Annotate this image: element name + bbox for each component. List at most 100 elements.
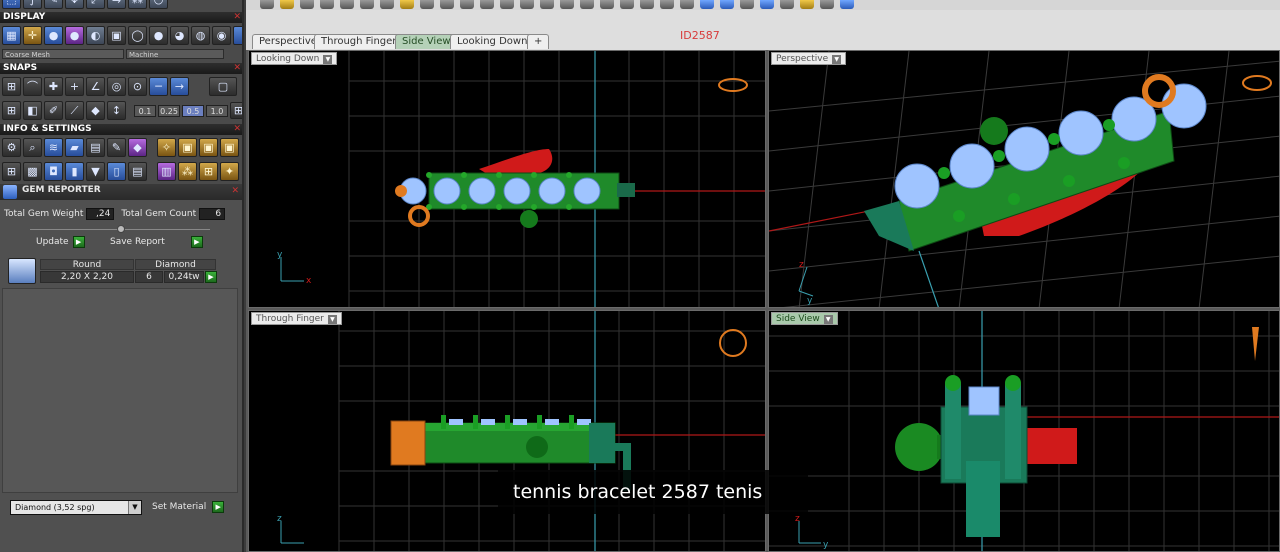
export-icon[interactable] bbox=[820, 0, 834, 9]
circle-icon[interactable] bbox=[620, 0, 634, 9]
edit-tool-icon[interactable]: ✎ bbox=[44, 0, 63, 9]
snap-plus-icon[interactable]: + bbox=[65, 77, 84, 96]
grid-snap-icon[interactable]: ⊞ bbox=[2, 101, 21, 120]
pan-icon[interactable] bbox=[540, 0, 554, 9]
gem-icon[interactable]: ◆ bbox=[128, 138, 147, 157]
scale-tool-icon[interactable]: ⤢ bbox=[86, 0, 105, 9]
tool-gold-4-icon[interactable]: ▣ bbox=[220, 138, 239, 157]
grid-toggle-icon[interactable]: ⊞ bbox=[230, 102, 242, 119]
snap-cross-icon[interactable]: ✚ bbox=[44, 77, 63, 96]
snap-line-icon[interactable]: ─ bbox=[149, 77, 168, 96]
mirror-tool-icon[interactable]: ⇋ bbox=[107, 0, 126, 9]
tab-looking-down[interactable]: Looking Down bbox=[450, 34, 535, 49]
world-icon[interactable] bbox=[760, 0, 774, 9]
cylinder-icon[interactable]: ◘ bbox=[44, 162, 63, 181]
cube-snap-icon[interactable]: ◧ bbox=[23, 101, 42, 120]
sphere-white-icon[interactable]: ◉ bbox=[212, 26, 231, 45]
save-icon[interactable] bbox=[300, 0, 314, 9]
open-folder-icon[interactable] bbox=[280, 0, 294, 9]
render-blue-icon[interactable] bbox=[700, 0, 714, 9]
snap-target-icon[interactable]: ◎ bbox=[107, 77, 126, 96]
document-icon[interactable]: ▤ bbox=[86, 138, 105, 157]
circle-outline-icon[interactable]: ◯ bbox=[128, 26, 147, 45]
pen-icon[interactable] bbox=[480, 0, 494, 9]
points-icon[interactable]: ✛ bbox=[23, 26, 42, 45]
curve-tool-icon[interactable]: ∫ bbox=[23, 0, 42, 9]
close-icon[interactable]: ✕ bbox=[233, 124, 241, 135]
tab-side-view[interactable]: Side View bbox=[395, 34, 458, 49]
fill-icon[interactable] bbox=[640, 0, 654, 9]
viewport-label[interactable]: Through Finger ▼ bbox=[251, 312, 342, 325]
save-report-button[interactable]: Save Report ▶ bbox=[110, 236, 203, 248]
bar-icon[interactable]: ▮ bbox=[65, 162, 84, 181]
diamond-snap-icon[interactable]: ◆ bbox=[86, 101, 105, 120]
render-mode-select[interactable]: Machine bbox=[126, 49, 224, 59]
close-icon[interactable]: ✕ bbox=[233, 63, 241, 74]
print-icon[interactable] bbox=[320, 0, 334, 9]
viewport-label[interactable]: Side View ▼ bbox=[771, 312, 838, 325]
wireframe-icon[interactable]: ▦ bbox=[2, 26, 21, 45]
pencil-icon[interactable] bbox=[440, 0, 454, 9]
gem-grid-icon[interactable]: ⊞ bbox=[199, 162, 218, 181]
viewport-through-finger[interactable]: Through Finger ▼ z bbox=[248, 310, 766, 552]
globe-icon[interactable]: ◍ bbox=[191, 26, 210, 45]
mesh-quality-select[interactable]: Coarse Mesh bbox=[2, 49, 124, 59]
viewport-perspective[interactable]: Perspective ▼ z y bbox=[768, 50, 1280, 308]
box-icon[interactable]: ▰ bbox=[65, 138, 84, 157]
pointer-icon[interactable] bbox=[420, 0, 434, 9]
close-icon[interactable]: ✕ bbox=[233, 12, 241, 23]
new-file-icon[interactable] bbox=[260, 0, 274, 9]
snap-step-3[interactable]: 1.0 bbox=[206, 104, 228, 117]
material-select[interactable]: Diamond (3,52 spg) ▼ bbox=[10, 500, 142, 515]
document-icon[interactable] bbox=[680, 0, 694, 9]
zoom-icon[interactable] bbox=[520, 0, 534, 9]
tool-gold-1-icon[interactable]: ✧ bbox=[157, 138, 176, 157]
sphere-icon[interactable] bbox=[740, 0, 754, 9]
paste-icon[interactable] bbox=[380, 0, 394, 9]
point-icon[interactable] bbox=[600, 0, 614, 9]
measure-icon[interactable] bbox=[580, 0, 594, 9]
light-icon[interactable] bbox=[780, 0, 794, 9]
select-tool-icon[interactable]: ⬚ bbox=[2, 0, 21, 9]
viewport-looking-down[interactable]: Looking Down ▼ y x bbox=[248, 50, 766, 308]
lamp-icon[interactable] bbox=[660, 0, 674, 9]
sphere-gray-icon[interactable]: ● bbox=[149, 26, 168, 45]
hidden-line-icon[interactable]: ◐ bbox=[86, 26, 105, 45]
close-icon[interactable]: ✕ bbox=[231, 186, 239, 196]
help-icon[interactable] bbox=[840, 0, 854, 9]
list-icon[interactable]: ▤ bbox=[128, 162, 147, 181]
gem-cluster-icon[interactable]: ⁂ bbox=[178, 162, 197, 181]
snap-angle-icon[interactable]: ∠ bbox=[86, 77, 105, 96]
copy-icon[interactable] bbox=[340, 0, 354, 9]
snap-step-2[interactable]: 0.5 bbox=[182, 104, 204, 117]
magnifier-icon[interactable]: ⌕ bbox=[23, 138, 42, 157]
sphere-light-icon[interactable]: ◕ bbox=[170, 26, 189, 45]
snap-curve-icon[interactable]: ⌒ bbox=[23, 77, 42, 96]
add-tab-button[interactable]: + bbox=[527, 34, 550, 49]
layers-icon[interactable]: ≋ bbox=[44, 138, 63, 157]
render-sphere-icon[interactable]: ● bbox=[65, 26, 84, 45]
shaded-sphere-icon[interactable]: ● bbox=[44, 26, 63, 45]
material-icon[interactable]: ▥ bbox=[157, 162, 176, 181]
viewport-label[interactable]: Perspective ▼ bbox=[771, 52, 847, 65]
measure-snap-icon[interactable]: ⟋ bbox=[65, 101, 84, 120]
gem-settings-icon[interactable]: ✦ bbox=[220, 162, 239, 181]
update-button[interactable]: Update ▶ bbox=[36, 236, 85, 248]
viewport-side-view[interactable]: Side View ▼ z y bbox=[768, 310, 1280, 552]
set-material-button[interactable]: Set Material ▶ bbox=[152, 501, 225, 513]
snap-box-icon[interactable]: ▢ bbox=[209, 77, 237, 96]
ring-tool-icon[interactable]: ○ bbox=[149, 0, 168, 9]
tool-gold-3-icon[interactable]: ▣ bbox=[199, 138, 218, 157]
grid-view-icon[interactable]: ⊞ bbox=[2, 162, 21, 181]
cube-view-icon[interactable]: ▩ bbox=[23, 162, 42, 181]
brush-icon[interactable] bbox=[460, 0, 474, 9]
settings-gear-icon[interactable]: ⚙ bbox=[2, 138, 21, 157]
settings-icon[interactable] bbox=[800, 0, 814, 9]
array-tool-icon[interactable]: ⁂ bbox=[128, 0, 147, 9]
edit-note-icon[interactable]: ✎ bbox=[107, 138, 126, 157]
screen-icon[interactable]: ▣ bbox=[107, 26, 126, 45]
snap-arrow-icon[interactable]: → bbox=[170, 77, 189, 96]
gem-row-play-icon[interactable]: ▶ bbox=[205, 271, 217, 283]
snap-step-0[interactable]: 0.1 bbox=[134, 104, 156, 117]
snap-center-icon[interactable]: ⊙ bbox=[128, 77, 147, 96]
